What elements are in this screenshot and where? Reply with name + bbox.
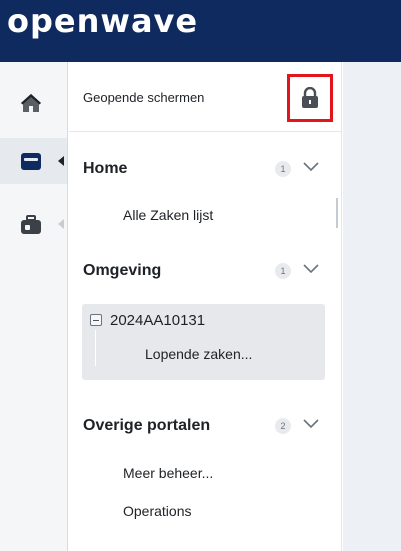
main-content-area <box>343 62 401 551</box>
left-navigation-rail <box>0 62 68 551</box>
lock-button[interactable] <box>287 74 333 122</box>
tree-connector <box>95 330 96 366</box>
lock-icon <box>302 87 318 108</box>
case-subscreen-label[interactable]: Lopende zaken... <box>145 346 252 362</box>
section-home-count-badge: 1 <box>275 161 291 177</box>
chevron-down-icon[interactable] <box>303 419 319 429</box>
chevron-down-icon[interactable] <box>303 162 319 172</box>
section-omgeving-title: Omgeving <box>83 262 162 279</box>
panel-title: Geopende schermen <box>83 90 205 105</box>
rail-folder-button[interactable] <box>0 138 67 184</box>
chevron-down-icon[interactable] <box>303 264 319 274</box>
panel-header: Geopende schermen <box>69 62 342 132</box>
section-overige-portalen[interactable]: Overige portalen 2 <box>83 415 333 439</box>
list-item-alle-zaken-lijst[interactable]: Alle Zaken lijst <box>123 207 213 223</box>
section-overige-portalen-count-badge: 2 <box>275 418 291 434</box>
rail-home-button[interactable] <box>0 80 67 126</box>
collapse-toggle-icon[interactable] <box>90 314 102 326</box>
home-icon <box>21 94 41 112</box>
briefcase-icon <box>21 215 41 234</box>
section-home-title: Home <box>83 160 128 177</box>
section-overige-portalen-title: Overige portalen <box>83 417 211 434</box>
list-item-meer-beheer[interactable]: Meer beheer... <box>123 465 213 481</box>
openwave-logo[interactable]: openwave <box>7 1 198 41</box>
panel-scrollbar[interactable] <box>336 198 338 228</box>
list-item-operations[interactable]: Operations <box>123 503 191 519</box>
rail-folder-caret-icon <box>58 156 64 166</box>
rail-briefcase-button[interactable] <box>0 202 67 248</box>
case-number[interactable]: 2024AA10131 <box>110 312 205 329</box>
app-header: openwave <box>0 0 401 62</box>
section-omgeving[interactable]: Omgeving 1 <box>83 260 333 284</box>
section-home[interactable]: Home 1 <box>83 158 333 182</box>
case-card[interactable]: 2024AA10131 Lopende zaken... <box>82 304 325 380</box>
rail-briefcase-caret-icon <box>58 219 64 229</box>
folder-icon <box>21 153 41 170</box>
section-omgeving-count-badge: 1 <box>275 263 291 279</box>
open-screens-panel: Geopende schermen Home 1 Alle Zaken lijs… <box>69 62 342 551</box>
